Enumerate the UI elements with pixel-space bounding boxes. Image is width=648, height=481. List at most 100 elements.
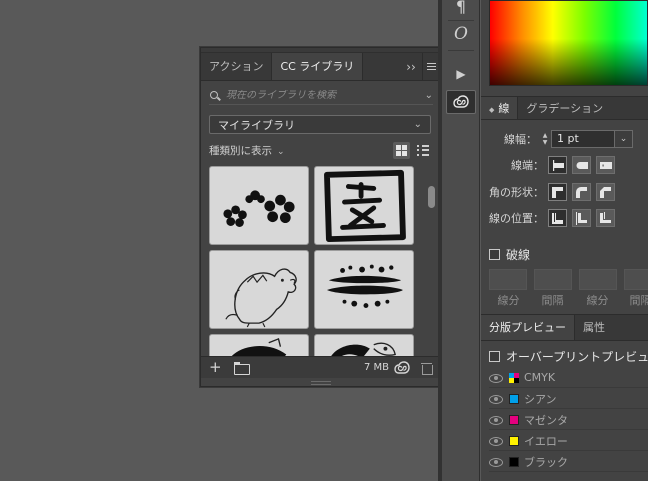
dashed-line-checkbox[interactable]: [489, 249, 500, 260]
color-spectrum[interactable]: [489, 0, 648, 86]
library-item-boar-illustration[interactable]: [209, 250, 309, 329]
stroke-align-label: 線の位置：: [489, 212, 544, 225]
black-swatch: [509, 456, 519, 467]
eye-icon[interactable]: [489, 436, 503, 446]
round-cap-icon[interactable]: [572, 156, 591, 174]
tab-separations-preview[interactable]: 分版プレビュー: [481, 315, 575, 340]
creative-cloud-icon[interactable]: [394, 360, 410, 375]
folder-icon[interactable]: [234, 362, 250, 375]
cc-libraries-icon[interactable]: [446, 90, 476, 114]
projecting-cap-icon[interactable]: [596, 156, 615, 174]
separation-name: CMYK: [524, 371, 556, 384]
library-item-flower-stamp[interactable]: [209, 166, 309, 245]
library-item-soil-brush[interactable]: [314, 250, 414, 329]
cmyk-swatch-icon: [509, 372, 519, 383]
collapse-panel-icon[interactable]: ››: [400, 53, 422, 80]
gap-field-label: 間隔: [541, 294, 564, 307]
separation-row-black[interactable]: ブラック: [489, 452, 648, 472]
library-items-grid: [209, 166, 421, 356]
separations-panel-tabs: 分版プレビュー 属性: [481, 314, 648, 341]
panel-tab-bar: アクション CC ライブラリ ››: [201, 53, 440, 81]
dash-field[interactable]: [489, 269, 527, 290]
separation-row-yellow[interactable]: イエロー: [489, 431, 648, 451]
library-footer: + 7 MB: [201, 356, 440, 378]
library-item-kanji-stamp[interactable]: [314, 166, 414, 245]
library-item-illustration-partial-1[interactable]: [209, 334, 309, 356]
eye-icon[interactable]: [489, 373, 503, 383]
opentype-icon[interactable]: O: [446, 22, 476, 46]
chevron-down-icon: ⌄: [413, 119, 422, 130]
yellow-swatch: [509, 435, 519, 446]
round-join-icon[interactable]: [572, 183, 591, 201]
tab-stroke[interactable]: ◆ 線: [481, 97, 519, 119]
search-options-chevron-icon[interactable]: ⌄: [425, 90, 433, 101]
tab-actions[interactable]: アクション: [201, 53, 271, 80]
scrollbar-thumb[interactable]: [428, 186, 435, 208]
dash-field[interactable]: [579, 269, 617, 290]
search-icon[interactable]: [209, 90, 221, 102]
eye-icon[interactable]: [489, 394, 503, 404]
corner-shape-row: 角の形状：: [481, 182, 620, 202]
separation-row-cmyk[interactable]: CMYK: [489, 368, 648, 388]
stroke-align-row: 線の位置：: [481, 208, 620, 228]
tab-attributes[interactable]: 属性: [575, 315, 613, 340]
butt-cap-icon[interactable]: [548, 156, 567, 174]
dash-field-labels: 線分 間隔 線分 間隔: [489, 292, 648, 307]
bevel-join-icon[interactable]: [596, 183, 615, 201]
tab-gradient[interactable]: グラデーション: [518, 97, 611, 119]
stroke-cap-row: 線端：: [481, 155, 620, 175]
sort-by-type-dropdown[interactable]: 種類別に表示 ⌄: [209, 143, 285, 158]
library-scrollbar[interactable]: [427, 166, 437, 356]
add-content-icon[interactable]: +: [209, 360, 225, 375]
paragraph-icon[interactable]: ¶: [446, 0, 476, 18]
library-dropdown-value: マイライブラリ: [218, 118, 295, 132]
overprint-preview-checkbox[interactable]: [489, 351, 500, 362]
stroke-panel-tabs: ◆ 線 グラデーション: [481, 96, 648, 120]
corner-shape-label: 角の形状：: [489, 186, 544, 199]
weight-stepper-icon[interactable]: ▲ ▼: [541, 132, 549, 146]
dash-field-label: 線分: [586, 294, 609, 307]
separation-row-cyan[interactable]: シアン: [489, 389, 648, 409]
grid-view-icon[interactable]: [393, 141, 410, 159]
cc-libraries-panel: アクション CC ライブラリ ›› ⌄ マイライブラリ ⌄ 種類別に表示⌄: [200, 47, 441, 387]
separation-name: イエロー: [524, 434, 568, 448]
magenta-swatch: [509, 414, 519, 425]
trash-icon[interactable]: [421, 362, 433, 375]
align-inside-icon[interactable]: [572, 209, 591, 227]
stroke-weight-row: 線幅： ▲ ▼ 1 pt ⌄: [481, 129, 633, 149]
eye-icon[interactable]: [489, 415, 503, 425]
view-options-row: 種類別に表示 ⌄: [209, 141, 431, 159]
overprint-preview-row: オーバープリントプレビュー: [489, 348, 648, 365]
eye-icon[interactable]: [489, 457, 503, 467]
gap-field-label: 間隔: [629, 294, 648, 307]
separation-name: シアン: [524, 392, 557, 406]
chevron-down-icon: ⌄: [277, 146, 285, 157]
stroke-cap-label: 線端：: [511, 159, 544, 172]
search-input[interactable]: [226, 90, 425, 101]
align-center-icon[interactable]: [548, 209, 567, 227]
list-view-icon[interactable]: [414, 142, 431, 159]
tab-cc-libraries[interactable]: CC ライブラリ: [271, 53, 364, 80]
library-storage-size: 7 MB: [363, 362, 389, 373]
align-outside-icon[interactable]: [596, 209, 615, 227]
expand-collapse-icon[interactable]: ◆: [489, 106, 494, 114]
stroke-weight-label: 線幅：: [504, 133, 537, 146]
dashed-line-row: 破線: [489, 246, 530, 263]
collapsed-panel-strip: ¶ O ▶: [442, 0, 480, 481]
right-panel-dock: ◆ 線 グラデーション 線幅： ▲ ▼ 1 pt ⌄ 線端： 角の形状： 線の位置：…: [481, 0, 648, 481]
panel-resize-grip[interactable]: [311, 381, 331, 385]
library-item-illustration-partial-2[interactable]: [314, 334, 414, 356]
gap-field[interactable]: [534, 269, 572, 290]
dash-field-label: 線分: [497, 294, 520, 307]
gap-field[interactable]: [624, 269, 648, 290]
play-icon[interactable]: ▶: [446, 62, 476, 86]
separation-name: マゼンタ: [524, 413, 568, 427]
separation-row-magenta[interactable]: マゼンタ: [489, 410, 648, 430]
stroke-weight-input[interactable]: 1 pt: [551, 130, 615, 148]
dashed-line-label: 破線: [506, 248, 531, 262]
cyan-swatch: [509, 393, 519, 404]
library-dropdown[interactable]: マイライブラリ ⌄: [209, 115, 431, 134]
chevron-down-icon[interactable]: ⌄: [615, 130, 633, 148]
miter-join-icon[interactable]: [548, 183, 567, 201]
overprint-preview-label: オーバープリントプレビュー: [506, 350, 648, 364]
